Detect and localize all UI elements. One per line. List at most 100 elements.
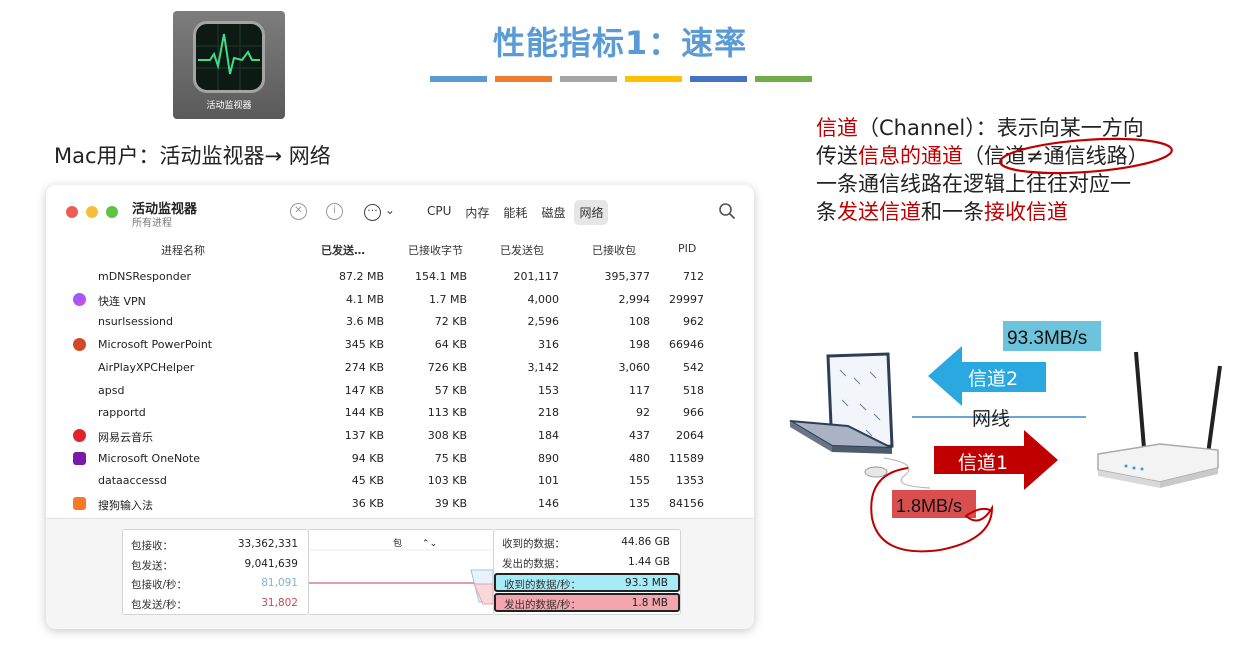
minimize-button[interactable] bbox=[86, 206, 98, 218]
cell-pkt-sent: 3,142 bbox=[527, 360, 560, 374]
handwritten-circle-annotation bbox=[999, 137, 1173, 175]
cell-pkt-recv: 437 bbox=[629, 428, 650, 442]
process-name: 网易云音乐 bbox=[98, 430, 153, 444]
table-row[interactable]: dataaccessd 45 KB 103 KB 101 155 1353 bbox=[46, 471, 754, 493]
table-row[interactable]: AirPlayXPCHelper 274 KB 726 KB 3,142 3,060 54… bbox=[46, 358, 754, 380]
process-name: mDNSResponder bbox=[98, 270, 192, 283]
column-header-pid[interactable]: PID bbox=[678, 242, 696, 255]
process-name: rapportd bbox=[98, 406, 146, 420]
process-name: apsd bbox=[98, 383, 125, 397]
tab-2[interactable]: 能耗 bbox=[498, 200, 532, 225]
speed-label-bottom: 1.8MB/s bbox=[892, 490, 976, 518]
cell-pkt-sent: 184 bbox=[538, 428, 559, 442]
cell-pkt-sent: 890 bbox=[538, 451, 559, 465]
router-icon bbox=[1097, 351, 1222, 488]
search-icon[interactable] bbox=[718, 202, 736, 220]
title-color-bars bbox=[430, 76, 812, 82]
cell-pid: 962 bbox=[683, 315, 704, 329]
cell-recv: 113 KB bbox=[427, 406, 467, 420]
data-stat-value: 93.3 MB bbox=[625, 577, 668, 589]
cell-pkt-sent: 101 bbox=[538, 474, 559, 488]
packet-stat-value: 33,362,331 bbox=[237, 538, 298, 550]
speed-label-top: 93.3MB/s bbox=[1003, 321, 1101, 351]
tab-4[interactable]: 网络 bbox=[574, 200, 609, 225]
cell-pid: 66946 bbox=[669, 338, 704, 352]
packet-stat-label: 包接收： bbox=[131, 540, 173, 552]
speed-bottom-text: 1.8MB/s bbox=[896, 496, 962, 516]
table-row[interactable]: 网易云音乐 137 KB 308 KB 184 437 2064 bbox=[46, 426, 754, 448]
column-header-received-packets[interactable]: 已接收包 bbox=[592, 242, 636, 258]
title-color-bar bbox=[755, 76, 812, 82]
zoom-button[interactable] bbox=[106, 206, 118, 218]
table-row[interactable]: nsurlsessiond 3.6 MB 72 KB 2,596 108 962 bbox=[46, 312, 754, 334]
packet-stat-value: 81,091 bbox=[261, 577, 298, 589]
cell-sent: 87.2 MB bbox=[338, 270, 384, 283]
window-subtitle: 所有进程 bbox=[132, 218, 172, 229]
packets-stats-box: 包接收： 33,362,331 包发送： 9,041,639 包接收/秒： 81,091 包… bbox=[122, 529, 309, 615]
process-name: Microsoft OneNote bbox=[98, 451, 200, 465]
table-row[interactable]: rapportd 144 KB 113 KB 218 92 966 bbox=[46, 403, 754, 425]
data-stat-row: 发出的数据： 1.44 GB bbox=[494, 554, 680, 573]
process-name: AirPlayXPCHelper bbox=[98, 360, 195, 374]
data-stat-value: 1.44 GB bbox=[627, 555, 670, 568]
title-color-bar bbox=[560, 76, 617, 82]
table-row[interactable]: mDNSResponder 87.2 MB 154.1 MB 201,117 395,3… bbox=[46, 267, 754, 289]
cell-pkt-sent: 2,596 bbox=[527, 315, 560, 329]
cell-recv: 308 KB bbox=[427, 428, 467, 442]
table-row[interactable]: apsd 147 KB 57 KB 153 117 518 bbox=[46, 381, 754, 403]
graph-plot bbox=[309, 549, 493, 605]
cell-pid: 712 bbox=[683, 270, 704, 283]
table-row[interactable]: 快连 VPN 4.1 MB 1.7 MB 4,000 2,994 29997 bbox=[46, 290, 754, 312]
packet-stat-value: 9,041,639 bbox=[244, 557, 298, 570]
table-row[interactable]: Microsoft OneNote 94 KB 75 KB 890 480 11589 bbox=[46, 449, 754, 471]
column-header-sent-bytes[interactable]: 已发送… bbox=[321, 242, 365, 258]
cell-pkt-recv: 3,060 bbox=[618, 360, 651, 374]
close-button[interactable] bbox=[66, 206, 78, 218]
data-stat-label: 发出的数据/秒： bbox=[504, 598, 582, 611]
process-name: Microsoft PowerPoint bbox=[98, 338, 213, 352]
stop-process-icon[interactable]: ✕ bbox=[290, 203, 307, 220]
slide-title: 性能指标1：速率 bbox=[492, 24, 748, 62]
channel-term: 信道 bbox=[816, 116, 858, 140]
cable-label: 网线 bbox=[972, 408, 1010, 430]
title-color-bar bbox=[625, 76, 682, 82]
data-stats-box: 收到的数据： 44.86 GB 发出的数据： 1.44 GB 收到的数据/秒： 93.3 … bbox=[493, 529, 681, 615]
cell-pkt-sent: 316 bbox=[538, 338, 559, 352]
activity-monitor-app-icon: 活动监视器 bbox=[173, 11, 285, 119]
cell-pkt-sent: 201,117 bbox=[513, 270, 560, 283]
cell-recv: 64 KB bbox=[434, 338, 467, 352]
tab-0[interactable]: CPU bbox=[422, 200, 456, 225]
packet-stat-label: 包发送： bbox=[131, 559, 173, 572]
sogou-icon bbox=[73, 497, 86, 510]
onenote-icon bbox=[73, 451, 86, 465]
data-stat-label: 收到的数据： bbox=[502, 538, 565, 550]
title-color-bar bbox=[690, 76, 747, 82]
cell-sent: 45 KB bbox=[351, 474, 384, 488]
process-name: dataaccessd bbox=[98, 474, 167, 488]
more-actions-icon[interactable]: ··· ⌄ bbox=[364, 203, 395, 221]
app-icon-label: 活动监视器 bbox=[206, 101, 252, 111]
channel-line-2-start: 传送 bbox=[816, 144, 858, 168]
data-stat-row: 收到的数据： 44.86 GB bbox=[494, 534, 680, 553]
cell-sent: 94 KB bbox=[351, 451, 384, 465]
cell-recv: 154.1 MB bbox=[414, 270, 467, 283]
cell-pkt-sent: 146 bbox=[538, 497, 559, 510]
table-row[interactable]: Microsoft PowerPoint 345 KB 64 KB 316 198 669… bbox=[46, 335, 754, 357]
column-header-sent-packets[interactable]: 已发送包 bbox=[500, 242, 544, 258]
cell-recv: 75 KB bbox=[434, 451, 467, 465]
tab-1[interactable]: 内存 bbox=[460, 200, 494, 225]
cell-sent: 345 KB bbox=[344, 338, 384, 352]
data-stat-value: 44.86 GB bbox=[621, 536, 670, 548]
netease-music-icon bbox=[73, 428, 86, 442]
channel-line-4-mid: 和一条 bbox=[921, 200, 984, 224]
column-header-received-bytes[interactable]: 已接收字节 bbox=[408, 242, 463, 258]
packet-stat-label: 包接收/秒： bbox=[131, 579, 188, 591]
table-row[interactable]: 搜狗输入法 36 KB 39 KB 146 135 84156 bbox=[46, 494, 754, 516]
tab-3[interactable]: 磁盘 bbox=[536, 200, 570, 225]
info-icon[interactable]: i bbox=[326, 203, 343, 220]
cell-pkt-recv: 155 bbox=[629, 474, 650, 488]
column-header-process-name[interactable]: 进程名称 bbox=[161, 242, 205, 258]
data-stat-value: 1.8 MB bbox=[631, 596, 668, 609]
packet-stat-row: 包接收/秒： 81,091 bbox=[123, 575, 308, 594]
packet-stat-row: 包发送/秒： 31,802 bbox=[123, 595, 308, 614]
